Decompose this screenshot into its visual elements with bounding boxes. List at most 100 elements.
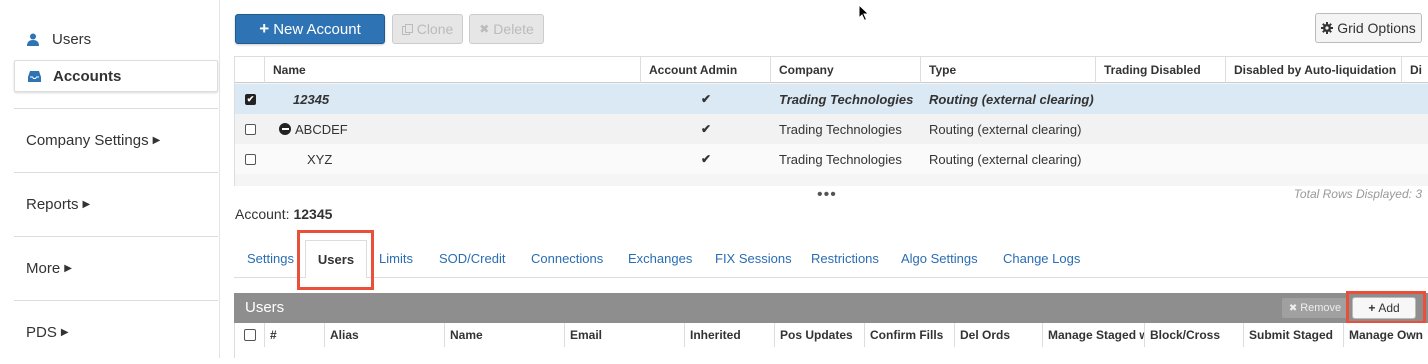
remove-button[interactable]: ✖ Remove <box>1282 298 1348 318</box>
account-admin-check-icon: ✔ <box>641 144 771 174</box>
account-admin-value: ✔ <box>700 92 712 106</box>
select-column-header <box>235 57 265 83</box>
sidebar-section-label: More <box>26 260 61 277</box>
caret-right-icon: ▶ <box>64 263 72 274</box>
clone-label: Clone <box>416 21 454 37</box>
tab-change-logs[interactable]: Change Logs <box>1003 251 1080 266</box>
column-header-email[interactable]: Email <box>565 323 685 347</box>
account-heading-label: Account: <box>235 206 290 222</box>
remove-label: Remove <box>1300 302 1342 314</box>
grid-options-label: Grid Options <box>1337 20 1416 36</box>
account-tabs: Settings Users Limits SOD/Credit Connect… <box>234 240 1428 278</box>
new-account-button[interactable]: + New Account <box>235 14 385 44</box>
company-cell: Trading Technologies <box>779 151 902 167</box>
type-cell: Routing (external clearing) <box>929 121 1082 137</box>
column-header-pos-updates[interactable]: Pos Updates <box>775 323 865 347</box>
account-name-cell: ABCDEF <box>271 114 641 144</box>
sidebar-item-accounts[interactable]: Accounts <box>14 60 218 92</box>
column-header-alias[interactable]: Alias <box>325 323 445 347</box>
sidebar: Users Accounts Company Settings ▶ Report… <box>0 0 220 358</box>
row-checkbox-cell <box>237 144 265 174</box>
company-cell: Trading Technologies <box>779 91 914 107</box>
column-header-type[interactable]: Type <box>921 57 1096 83</box>
caret-right-icon: ▶ <box>152 135 161 146</box>
total-rows-displayed: Total Rows Displayed: 3 <box>1293 187 1422 201</box>
users-panel-header: Users ✖ Remove + Add <box>234 293 1428 323</box>
column-header-company[interactable]: Company <box>771 57 921 83</box>
users-panel-title: Users <box>245 299 285 316</box>
close-icon: ✖ <box>479 22 490 36</box>
column-header-trading-disabled[interactable]: Trading Disabled <box>1096 57 1226 83</box>
account-heading: Account: 12345 <box>235 206 332 222</box>
column-header-del-ords[interactable]: Del Ords <box>955 323 1043 347</box>
highlight-box-users-tab <box>297 230 374 290</box>
sidebar-section-label: Company Settings <box>26 132 149 149</box>
collapse-minus-icon[interactable] <box>279 123 291 135</box>
column-header-confirm-fills[interactable]: Confirm Fills <box>865 323 955 347</box>
sidebar-section-more[interactable]: More ▶ <box>14 236 218 300</box>
column-header-submit-staged[interactable]: Submit Staged <box>1244 323 1344 347</box>
select-all-checkbox[interactable] <box>243 329 256 341</box>
row-checkbox-cell <box>237 114 265 144</box>
sidebar-section-label: PDS <box>26 324 57 341</box>
type-cell: Routing (external clearing) <box>929 151 1082 167</box>
mouse-cursor-icon <box>858 3 870 27</box>
column-header-disabled-truncated[interactable]: Di <box>1402 57 1428 83</box>
sidebar-section-pds[interactable]: PDS ▶ <box>14 300 218 364</box>
table-row[interactable]: ✔ 12345 ✔ Trading Technologies Routing (… <box>235 84 1428 114</box>
column-header-disabled-by-auto-liquidation[interactable]: Disabled by Auto-liquidation <box>1226 57 1402 83</box>
sidebar-item-label: Accounts <box>53 67 122 85</box>
table-row[interactable]: ABCDEF ✔ Trading Technologies Routing (e… <box>235 114 1428 144</box>
tab-algo-settings[interactable]: Algo Settings <box>901 251 978 266</box>
sidebar-item-label: Users <box>52 30 92 48</box>
tab-connections[interactable]: Connections <box>531 251 603 266</box>
account-admin-check-icon: ✔ <box>641 114 771 144</box>
column-header-name[interactable]: Name <box>265 57 641 83</box>
account-admin-check-icon: ✔ <box>641 84 771 114</box>
sidebar-item-users[interactable]: Users <box>14 24 218 54</box>
column-header-account-admin[interactable]: Account Admin <box>641 57 771 83</box>
row-checkbox[interactable] <box>245 123 256 135</box>
accounts-grid: Name Account Admin Company Type Trading … <box>234 56 1428 186</box>
account-heading-value: 12345 <box>293 206 333 222</box>
highlight-box-add-button <box>1346 291 1426 324</box>
user-icon <box>26 32 40 46</box>
sidebar-section-label: Reports <box>26 196 79 213</box>
users-grid: # Alias Name Email Inherited Pos Updates… <box>234 323 1428 358</box>
sidebar-section-reports[interactable]: Reports ▶ <box>14 172 218 236</box>
grid-options-button[interactable]: Grid Options <box>1315 13 1422 43</box>
column-header-block-cross[interactable]: Block/Cross <box>1145 323 1244 347</box>
gear-icon <box>1321 22 1334 34</box>
type-cell: Routing (external clearing) <box>929 91 1094 107</box>
tab-fix-sessions[interactable]: FIX Sessions <box>715 251 792 266</box>
resize-handle-ellipsis[interactable]: ••• <box>817 186 837 204</box>
account-name: XYZ <box>307 151 333 167</box>
close-icon: ✖ <box>1288 302 1298 314</box>
delete-label: Delete <box>493 21 534 37</box>
caret-right-icon: ▶ <box>82 199 91 210</box>
column-header-inherited[interactable]: Inherited <box>685 323 775 347</box>
tab-exchanges[interactable]: Exchanges <box>628 251 692 266</box>
column-header-number[interactable]: # <box>265 323 325 347</box>
copy-icon <box>401 23 413 35</box>
account-name: 12345 <box>293 91 330 107</box>
column-header-manage-own[interactable]: Manage Own <box>1344 323 1428 347</box>
account-admin-value: ✔ <box>700 152 712 166</box>
delete-button[interactable]: ✖ Delete <box>469 14 544 44</box>
account-admin-value: ✔ <box>700 122 712 136</box>
company-cell: Trading Technologies <box>779 121 902 137</box>
tab-settings[interactable]: Settings <box>247 251 294 266</box>
row-checkbox-cell: ✔ <box>237 84 265 114</box>
inbox-icon <box>27 69 41 83</box>
column-header-manage-staged[interactable]: Manage Staged w <box>1043 323 1145 347</box>
table-row[interactable]: XYZ ✔ Trading Technologies Routing (exte… <box>235 144 1428 174</box>
tab-limits[interactable]: Limits <box>379 251 413 266</box>
new-account-label: New Account <box>273 20 361 38</box>
row-checkbox[interactable] <box>245 153 256 165</box>
clone-button[interactable]: Clone <box>392 14 463 44</box>
tab-restrictions[interactable]: Restrictions <box>811 251 879 266</box>
column-header-name[interactable]: Name <box>445 323 565 347</box>
sidebar-section-company-settings[interactable]: Company Settings ▶ <box>14 108 218 172</box>
tab-sod-credit[interactable]: SOD/Credit <box>439 251 505 266</box>
row-checkbox[interactable]: ✔ <box>245 93 256 105</box>
